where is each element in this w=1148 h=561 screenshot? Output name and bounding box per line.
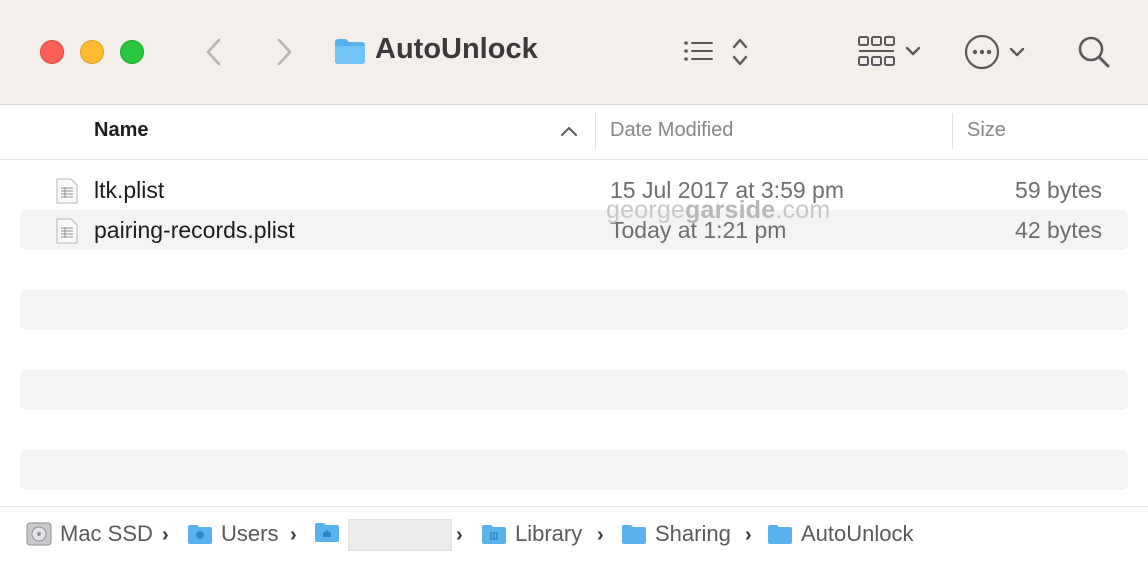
chevron-right-icon (277, 38, 292, 66)
empty-row-stripe (20, 290, 1128, 330)
sort-ascending-chevron-icon[interactable] (560, 125, 578, 137)
path-item-sharing[interactable]: Sharing (621, 521, 731, 547)
path-item-users[interactable]: Users (187, 521, 278, 547)
path-separator-icon: › (745, 524, 752, 546)
path-item-library[interactable]: Library (481, 521, 582, 547)
plist-file-icon (56, 178, 78, 204)
zoom-button[interactable] (120, 40, 144, 64)
group-button[interactable] (854, 32, 924, 72)
library-folder-icon (482, 525, 506, 544)
file-size: 59 bytes (1015, 177, 1102, 203)
close-button[interactable] (40, 40, 64, 64)
search-button[interactable] (1074, 33, 1114, 71)
folder-icon (768, 525, 792, 544)
file-row[interactable]: pairing-records.plist Today at 1:21 pm 4… (20, 210, 1128, 250)
path-item-mac-ssd[interactable]: Mac SSD (26, 521, 153, 547)
ellipsis-circle-icon (964, 34, 1025, 70)
window-title: AutoUnlock (375, 33, 538, 65)
toolbar: AutoUnlock (0, 0, 1148, 105)
list-view-icon (684, 41, 713, 61)
up-down-chevron-icon (732, 38, 748, 66)
path-item-label: AutoUnlock (801, 521, 914, 546)
column-header-size[interactable]: Size (967, 119, 1006, 142)
sort-toggle-button[interactable] (728, 34, 752, 70)
redacted-username (348, 519, 452, 551)
view-options-button[interactable] (680, 36, 716, 66)
path-item-autounlock[interactable]: AutoUnlock (767, 521, 914, 547)
watermark: georgegarside.com (606, 196, 831, 224)
plist-file-icon (56, 218, 78, 244)
path-separator-icon: › (597, 524, 604, 546)
column-header-name[interactable]: Name (94, 119, 148, 142)
path-item-label: Library (515, 521, 583, 546)
file-size: 42 bytes (1015, 217, 1102, 243)
column-divider[interactable] (952, 113, 953, 149)
empty-row-stripe (20, 370, 1128, 410)
search-icon (1078, 36, 1110, 68)
file-name: ltk.plist (94, 177, 165, 203)
minimize-button[interactable] (80, 40, 104, 64)
folder-icon (334, 36, 366, 66)
empty-row-stripe (20, 450, 1128, 490)
icon-grid-icon (858, 36, 921, 66)
path-separator-icon: › (162, 524, 169, 546)
back-button[interactable] (198, 34, 228, 70)
users-folder-icon (188, 525, 212, 544)
path-separator-icon: › (290, 524, 297, 546)
forward-button[interactable] (270, 34, 300, 70)
path-item-label: Users (221, 521, 279, 546)
path-item-home[interactable] (314, 521, 348, 543)
chevron-left-icon (206, 38, 221, 66)
column-header: Name Date Modified Size (0, 105, 1148, 160)
file-row[interactable]: ltk.plist 15 Jul 2017 at 3:59 pm 59 byte… (20, 170, 1128, 210)
path-item-label: Mac SSD (60, 521, 153, 546)
folder-icon (622, 525, 646, 544)
path-bar: Mac SSD › Users › › Library › Sharing › (0, 506, 1148, 561)
home-folder-icon (315, 523, 339, 542)
column-header-date-modified[interactable]: Date Modified (610, 119, 733, 142)
hard-drive-icon (26, 522, 52, 546)
more-actions-button[interactable] (960, 32, 1030, 72)
file-name: pairing-records.plist (94, 217, 295, 243)
path-separator-icon: › (456, 524, 463, 546)
column-divider[interactable] (595, 113, 596, 149)
path-item-label: Sharing (655, 521, 731, 546)
